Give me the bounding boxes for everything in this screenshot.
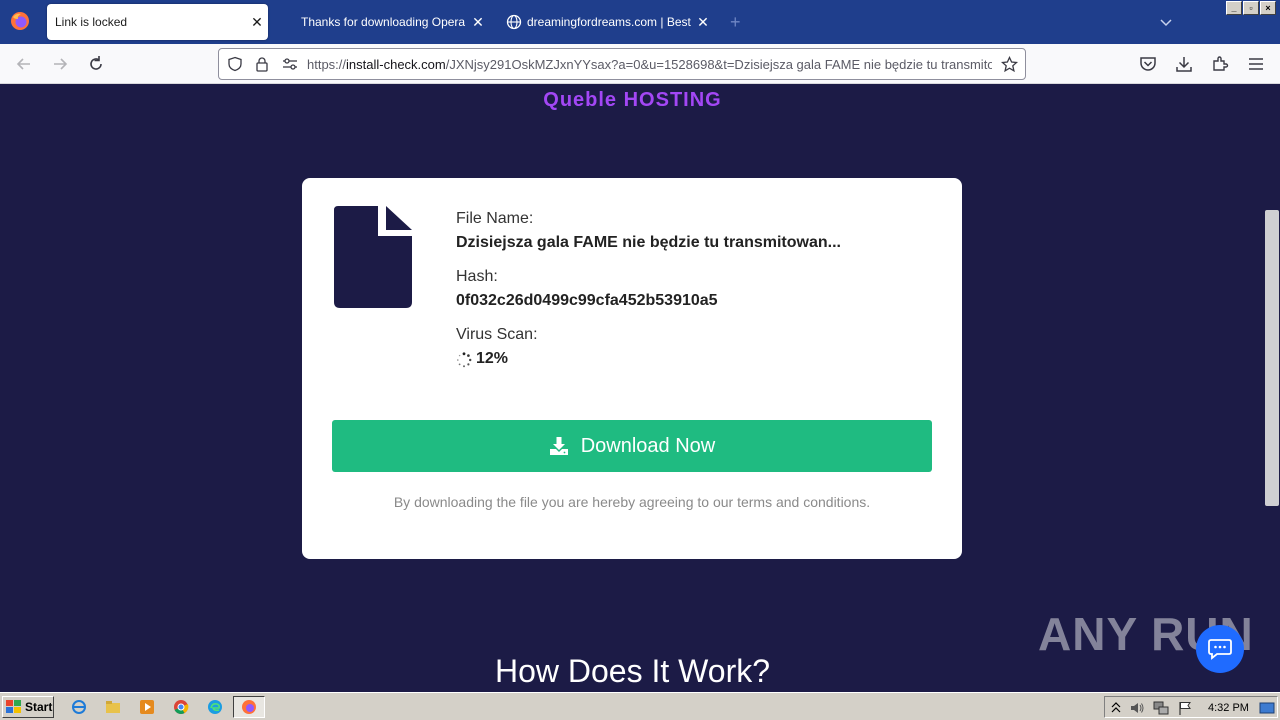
back-icon[interactable] xyxy=(14,54,34,74)
permissions-icon[interactable] xyxy=(281,56,299,72)
start-label: Start xyxy=(25,700,53,714)
taskbar: Start 4:32 PM xyxy=(0,692,1280,720)
chrome-icon[interactable] xyxy=(173,699,189,715)
volume-icon[interactable] xyxy=(1129,700,1145,716)
spinner-icon xyxy=(457,352,472,368)
chat-button[interactable] xyxy=(1196,625,1244,673)
show-desktop-icon[interactable] xyxy=(1259,700,1275,716)
download-now-label: Download Now xyxy=(580,434,716,457)
firefox-taskbar-icon xyxy=(242,700,256,714)
download-card: File Name: Dzisiejsza gala FAME nie będz… xyxy=(302,178,962,559)
download-now-button[interactable]: Download Now xyxy=(332,420,932,472)
tab-opera[interactable]: Thanks for downloading Opera ✕ xyxy=(293,4,489,40)
media-player-icon[interactable] xyxy=(139,699,155,715)
url-domain: install-check.com xyxy=(346,57,446,72)
new-tab-button[interactable]: + xyxy=(730,12,741,33)
pocket-icon[interactable] xyxy=(1138,54,1158,74)
menu-icon[interactable] xyxy=(1246,54,1266,74)
tray-expand-icon[interactable] xyxy=(1111,700,1121,714)
windows-logo-icon xyxy=(6,700,21,713)
tab-link-is-locked[interactable]: Link is locked ✕ xyxy=(47,4,268,40)
internet-explorer-icon[interactable] xyxy=(71,699,87,715)
edge-icon[interactable] xyxy=(207,699,223,715)
window-controls: _ ▫ × xyxy=(1226,1,1276,15)
chevron-down-icon[interactable] xyxy=(1158,14,1174,30)
scrollbar-thumb[interactable] xyxy=(1265,210,1279,506)
taskbar-clock[interactable]: 4:32 PM xyxy=(1208,702,1249,714)
download-icon xyxy=(549,437,568,455)
reload-icon[interactable] xyxy=(86,54,106,74)
extensions-icon[interactable] xyxy=(1210,54,1230,74)
forward-icon[interactable] xyxy=(50,54,70,74)
lock-icon[interactable] xyxy=(254,56,270,72)
navigation-toolbar: https://install-check.com/JXNjsy291OskMZ… xyxy=(0,44,1280,84)
file-name-label: File Name: xyxy=(456,210,534,227)
bookmark-star-icon[interactable] xyxy=(1001,56,1018,73)
tab-close-icon[interactable]: ✕ xyxy=(692,14,714,31)
tab-label: Link is locked xyxy=(55,15,128,29)
close-window-button[interactable]: × xyxy=(1260,1,1276,15)
globe-icon xyxy=(506,14,522,30)
firefox-icon[interactable] xyxy=(10,11,30,31)
action-center-flag-icon[interactable] xyxy=(1177,700,1193,716)
url-bar[interactable]: https://install-check.com/JXNjsy291OskMZ… xyxy=(218,48,1026,80)
taskbar-firefox-active[interactable] xyxy=(233,696,265,718)
tab-close-icon[interactable]: ✕ xyxy=(467,14,489,31)
chat-bubble-icon xyxy=(1208,639,1232,660)
file-explorer-icon[interactable] xyxy=(105,699,121,715)
network-icon[interactable] xyxy=(1153,700,1169,716)
virus-scan-progress: 12% xyxy=(476,350,509,367)
tab-label: Thanks for downloading Opera xyxy=(301,15,466,29)
virus-scan-label: Virus Scan: xyxy=(456,326,538,343)
tab-label: dreamingfordreams.com | Best dre xyxy=(527,15,692,29)
terms-notice: By downloading the file you are hereby a… xyxy=(393,494,871,510)
file-name-value: Dzisiejsza gala FAME nie będzie tu trans… xyxy=(456,234,841,251)
start-button[interactable]: Start xyxy=(2,696,54,718)
url-text[interactable]: https://install-check.com/JXNjsy291OskMZ… xyxy=(307,57,992,72)
tab-strip: Link is locked ✕ Thanks for downloading … xyxy=(0,0,1280,44)
url-path: /JXNjsy291OskMZJxnYYsax?a=0&u=1528698&t=… xyxy=(445,57,992,72)
tab-dreamingfordreams[interactable]: dreamingfordreams.com | Best dre ✕ xyxy=(500,4,714,40)
shield-icon[interactable] xyxy=(227,56,243,72)
tab-close-icon[interactable]: ✕ xyxy=(246,14,268,31)
web-page: Queble HOSTING File Name: Dzisiejsza gal… xyxy=(0,85,1265,691)
system-tray xyxy=(1104,696,1278,718)
url-prefix: https:// xyxy=(307,57,347,72)
site-brand[interactable]: Queble HOSTING xyxy=(0,89,1265,112)
downloads-icon[interactable] xyxy=(1174,54,1194,74)
minimize-button[interactable]: _ xyxy=(1226,1,1242,15)
file-icon xyxy=(334,206,412,308)
hash-value: 0f032c26d0499c99cfa452b53910a5 xyxy=(456,292,718,309)
hash-label: Hash: xyxy=(456,268,498,285)
restore-button[interactable]: ▫ xyxy=(1243,1,1259,15)
